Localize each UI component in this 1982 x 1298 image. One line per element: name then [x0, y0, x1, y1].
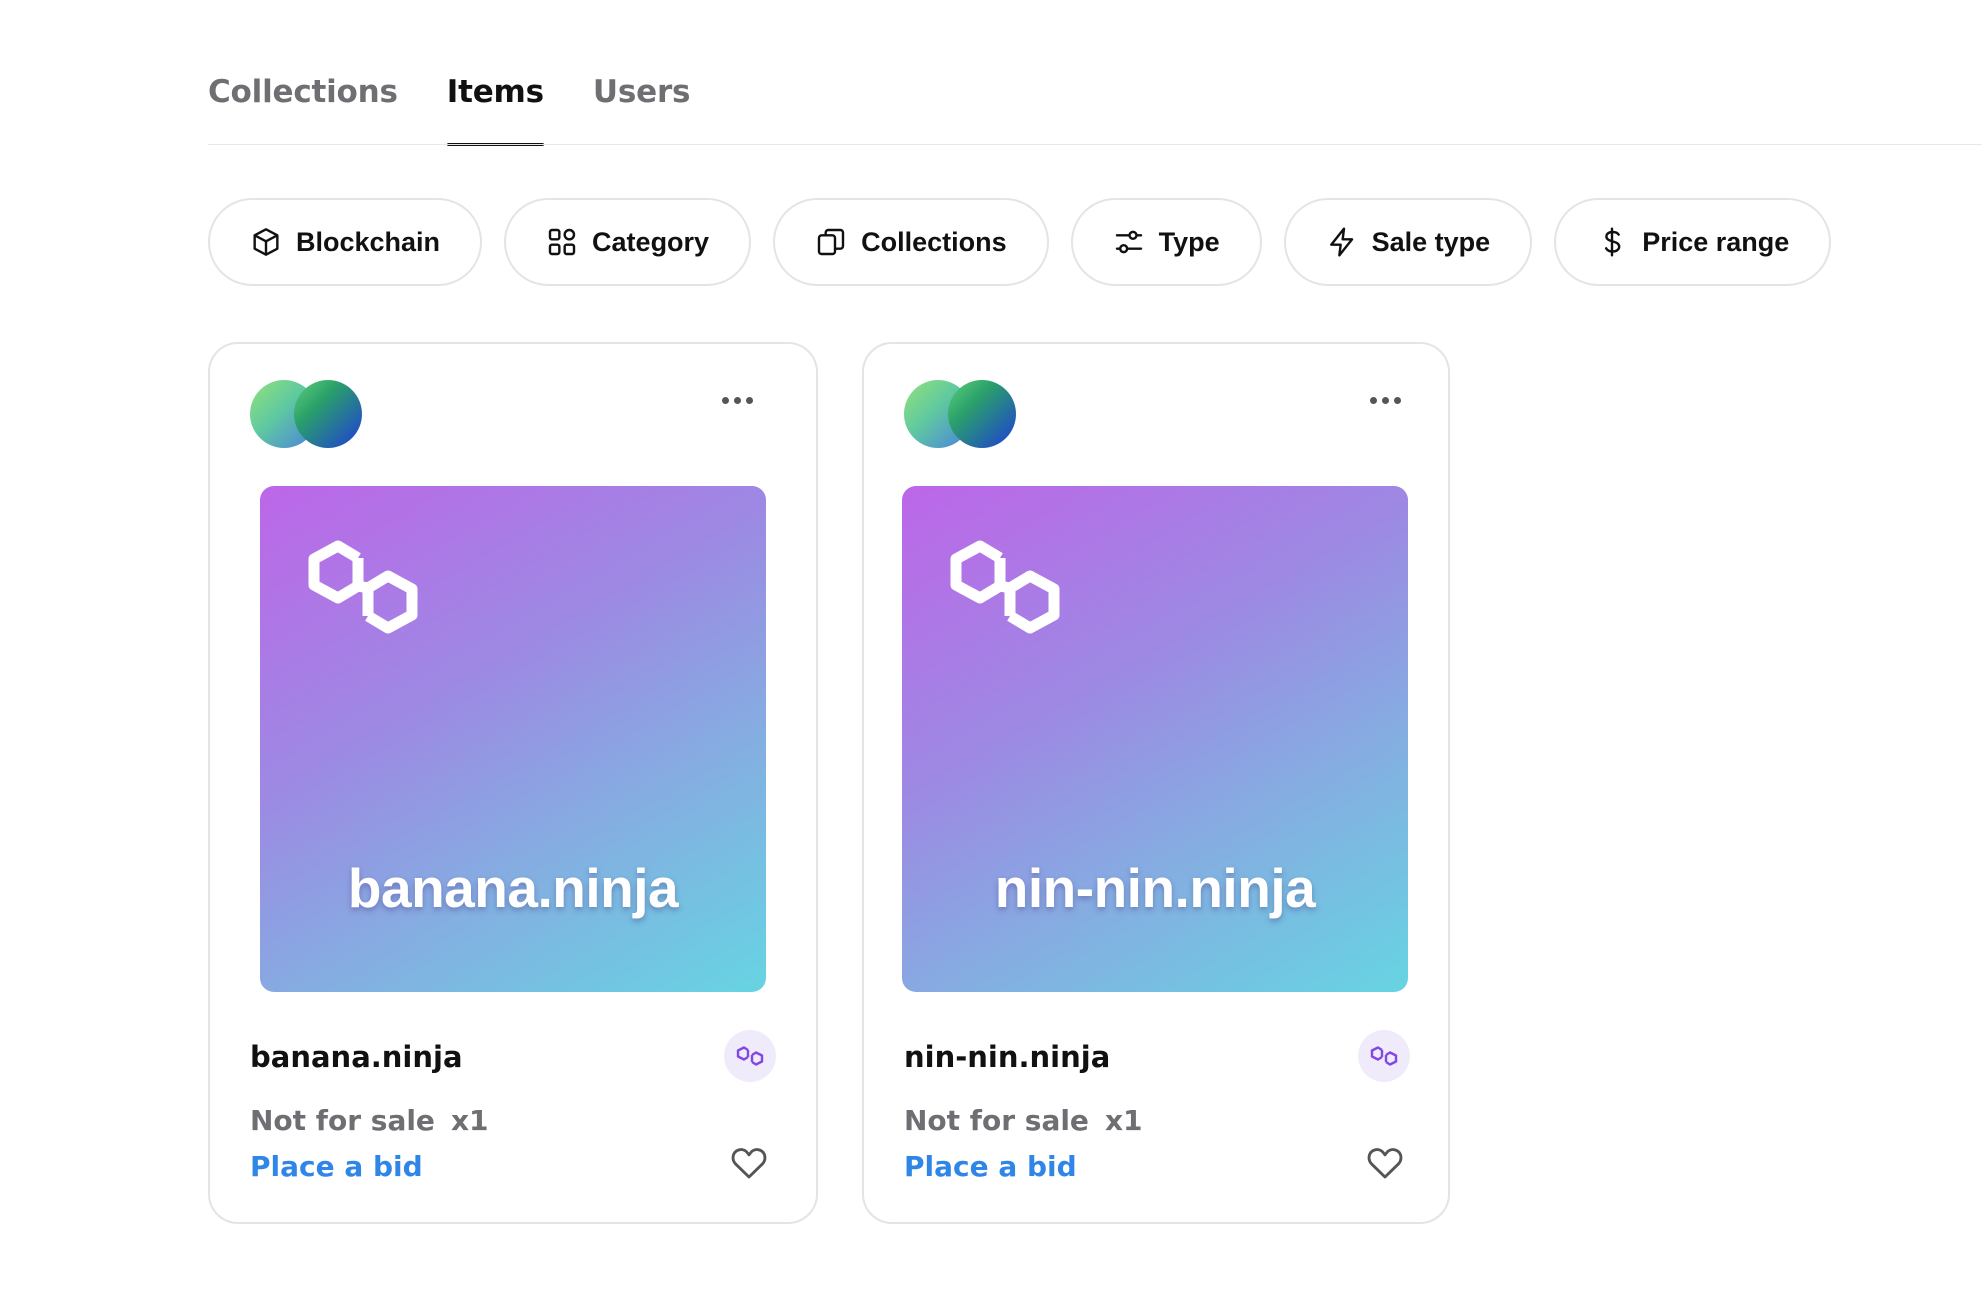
tab-users[interactable]: Users: [593, 58, 691, 146]
avatar[interactable]: [294, 380, 362, 448]
filter-label: Type: [1158, 226, 1220, 257]
polygon-icon: [308, 540, 418, 634]
polygon-icon: [1370, 1046, 1398, 1066]
item-name[interactable]: nin-nin.ninja: [904, 1040, 1110, 1074]
item-grid: banana.ninja banana.ninja Not for sale x…: [208, 342, 1450, 1224]
filter-blockchain-button[interactable]: Blockchain: [208, 198, 483, 286]
grid-icon: [548, 228, 576, 256]
item-card[interactable]: nin-nin.ninja nin-nin.ninja Not for sale…: [862, 342, 1450, 1224]
filter-sale-type-button[interactable]: Sale type: [1283, 198, 1533, 286]
heart-icon[interactable]: [1366, 1144, 1404, 1180]
quantity: x1: [1104, 1104, 1143, 1137]
filter-label: Collections: [861, 226, 1007, 257]
sale-info: Not for sale x1: [250, 1104, 488, 1137]
chain-badge: [724, 1030, 776, 1082]
chain-badge: [1358, 1030, 1410, 1082]
polygon-icon: [950, 540, 1060, 634]
sale-status: Not for sale: [250, 1104, 435, 1137]
filter-label: Sale type: [1371, 226, 1491, 257]
owner-avatars[interactable]: [250, 380, 362, 448]
filter-bar: Blockchain Category Collections Type Sal…: [208, 198, 1832, 286]
artwork-title: nin-nin.ninja: [994, 857, 1316, 919]
avatar[interactable]: [948, 380, 1016, 448]
quantity: x1: [450, 1104, 489, 1137]
place-bid-link[interactable]: Place a bid: [250, 1150, 423, 1183]
item-artwork[interactable]: banana.ninja: [260, 486, 766, 992]
place-bid-link[interactable]: Place a bid: [904, 1150, 1077, 1183]
cube-icon: [253, 228, 279, 256]
artwork-title: banana.ninja: [347, 857, 679, 919]
polygon-icon: [736, 1046, 764, 1066]
heart-icon[interactable]: [730, 1144, 768, 1180]
sliders-icon: [1115, 230, 1142, 254]
filter-category-button[interactable]: Category: [504, 198, 752, 286]
more-options-icon[interactable]: [722, 394, 758, 406]
item-artwork[interactable]: nin-nin.ninja: [902, 486, 1408, 992]
filter-label: Blockchain: [296, 226, 441, 257]
sale-info: Not for sale x1: [904, 1104, 1142, 1137]
tab-collections[interactable]: Collections: [208, 58, 398, 146]
more-options-icon[interactable]: [1370, 394, 1406, 406]
sale-status: Not for sale: [904, 1104, 1089, 1137]
owner-avatars[interactable]: [904, 380, 1016, 448]
tab-items[interactable]: Items: [446, 58, 544, 146]
filter-label: Price range: [1642, 226, 1790, 257]
item-name[interactable]: banana.ninja: [250, 1040, 463, 1074]
cards-icon: [817, 228, 845, 256]
tabs-divider: [208, 144, 1982, 145]
search-tabs: Collections Items Users: [208, 58, 690, 146]
filter-label: Category: [592, 226, 710, 257]
dollar-icon: [1605, 227, 1621, 257]
filter-type-button[interactable]: Type: [1070, 198, 1262, 286]
filter-collections-button[interactable]: Collections: [773, 198, 1049, 286]
item-card[interactable]: banana.ninja banana.ninja Not for sale x…: [208, 342, 818, 1224]
lightning-icon: [1329, 227, 1353, 257]
filter-price-range-button[interactable]: Price range: [1554, 198, 1832, 286]
